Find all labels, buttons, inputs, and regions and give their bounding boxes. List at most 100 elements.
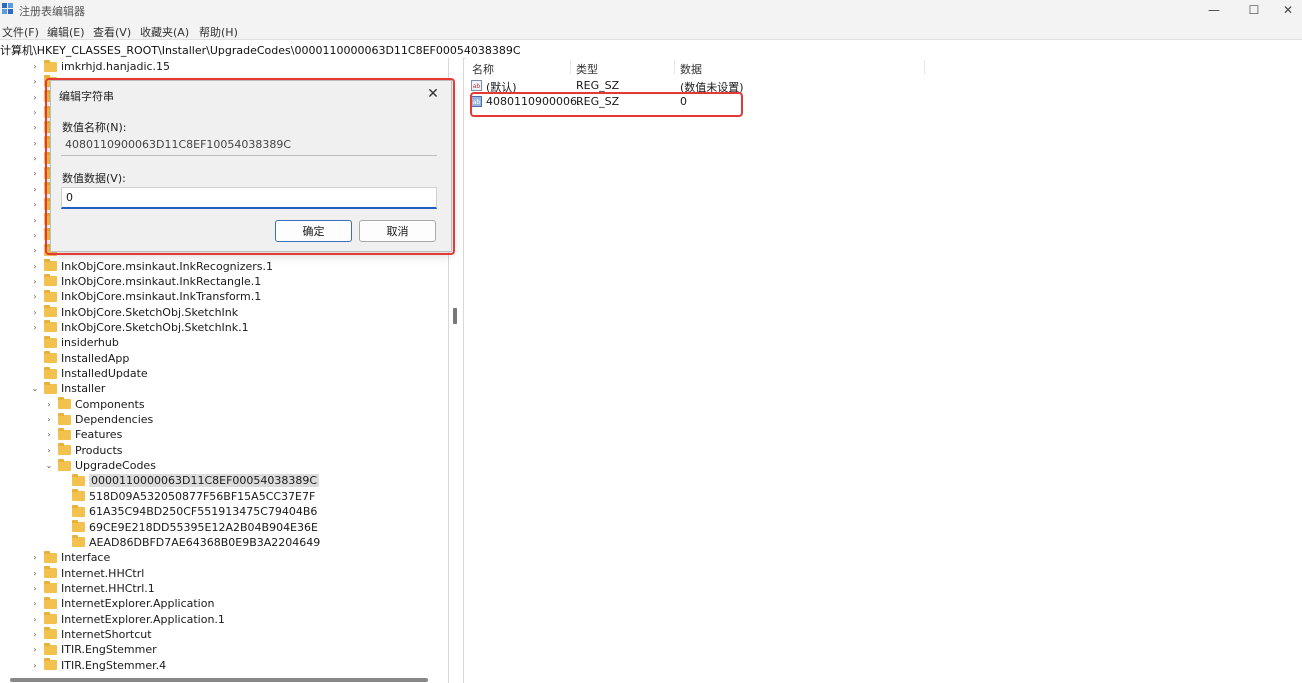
menu-help[interactable]: 帮助(H) [199, 24, 238, 40]
chevron-right-icon[interactable]: › [30, 230, 40, 240]
tree-item[interactable]: › Internet.HHCtrl.1 [30, 581, 155, 596]
chevron-right-icon[interactable]: › [30, 77, 40, 87]
column-divider[interactable] [570, 60, 571, 74]
tree-item[interactable]: › InternetExplorer.Application.1 [30, 612, 225, 627]
chevron-right-icon[interactable]: › [30, 123, 40, 133]
tree-item[interactable]: › InternetShortcut [30, 627, 152, 642]
chevron-right-icon[interactable]: › [30, 184, 40, 194]
chevron-right-icon[interactable]: › [30, 215, 40, 225]
tree-horizontal-scrollbar[interactable] [10, 678, 428, 682]
tree-item[interactable]: 518D09A532050877F56BF15A5CC37E7F [58, 489, 315, 504]
address-bar[interactable]: 计算机\HKEY_CLASSES_ROOT\Installer\UpgradeC… [0, 39, 1302, 59]
column-header-type[interactable]: 类型 [576, 61, 598, 77]
tree-item-label: InternetExplorer.Application [61, 597, 215, 611]
tree-item[interactable]: InstalledUpdate [30, 366, 148, 381]
tree-item[interactable]: insiderhub [30, 335, 119, 350]
tree-item[interactable]: › ITIR.EngStemmer.4 [30, 658, 166, 673]
chevron-right-icon[interactable]: › [30, 553, 40, 563]
chevron-right-icon[interactable]: › [30, 154, 40, 164]
tree-item[interactable]: › Components [44, 397, 145, 412]
minimize-button[interactable]: — [1194, 0, 1234, 20]
tree-item[interactable]: › InternetExplorer.Application [30, 596, 214, 611]
chevron-right-icon[interactable]: › [30, 261, 40, 271]
tree-item[interactable]: ⌄ UpgradeCodes [44, 458, 156, 473]
chevron-right-icon[interactable]: › [30, 599, 40, 609]
column-divider[interactable] [674, 60, 675, 74]
close-window-button[interactable]: ✕ [1268, 0, 1302, 20]
tree-item-label: InstalledApp [61, 351, 130, 365]
chevron-down-icon[interactable]: ⌄ [30, 384, 40, 394]
tree-item-label: InternetExplorer.Application.1 [61, 612, 225, 626]
value-list[interactable]: 名称 类型 数据 ab (默认) REG_SZ (数值未设置) ab 40801… [466, 58, 1302, 683]
title-bar: 注册表编辑器 — ☐ ✕ [0, 0, 1302, 22]
tree-item[interactable]: › InkObjCore.msinkaut.InkTransform.1 [30, 289, 261, 304]
tree-item[interactable]: › Interface [30, 550, 110, 565]
chevron-right-icon[interactable]: › [44, 430, 54, 440]
chevron-right-icon[interactable]: › [30, 169, 40, 179]
chevron-down-icon[interactable]: ⌄ [44, 461, 54, 471]
menu-favorites[interactable]: 收藏夹(A) [140, 24, 189, 40]
chevron-right-icon[interactable]: › [44, 415, 54, 425]
chevron-right-icon[interactable]: › [30, 108, 40, 118]
tree-item[interactable]: › Dependencies [44, 412, 153, 427]
chevron-right-icon[interactable]: › [30, 62, 40, 72]
column-divider[interactable] [924, 60, 925, 74]
chevron-right-icon[interactable]: › [30, 322, 40, 332]
tree-item[interactable]: › InkObjCore.SketchObj.SketchInk [30, 305, 238, 320]
chevron-right-icon[interactable]: › [30, 92, 40, 102]
chevron-right-icon[interactable]: › [30, 660, 40, 670]
tree-item[interactable]: 0000110000063D11C8EF00054038389C [58, 473, 320, 488]
maximize-icon: ☐ [1248, 3, 1260, 17]
menu-file[interactable]: 文件(F) [2, 24, 39, 40]
tree-item-label: InkObjCore.msinkaut.InkRecognizers.1 [61, 259, 273, 273]
chevron-right-icon[interactable]: › [30, 307, 40, 317]
tree-item[interactable]: › Features [44, 427, 122, 442]
tree-item[interactable]: ⌄ Installer [30, 381, 105, 396]
menu-view[interactable]: 查看(V) [93, 24, 131, 40]
folder-icon [58, 443, 71, 456]
menu-edit[interactable]: 编辑(E) [47, 24, 85, 40]
tree-vertical-scroll-thumb[interactable] [453, 308, 457, 324]
tree-item-label: ITIR.EngStemmer [61, 643, 157, 657]
tree-item-label: Products [75, 443, 123, 457]
address-path[interactable]: 计算机\HKEY_CLASSES_ROOT\Installer\UpgradeC… [0, 42, 521, 58]
chevron-right-icon[interactable]: › [30, 200, 40, 210]
tree-item[interactable]: › InkObjCore.msinkaut.InkRectangle.1 [30, 274, 261, 289]
tree-item[interactable]: AEAD86DBFD7AE64368B0E9B3A2204649 [58, 535, 320, 550]
chevron-right-icon[interactable]: › [30, 568, 40, 578]
tree-item[interactable]: 61A35C94BD250CF551913475C79404B6 [58, 504, 317, 519]
chevron-right-icon[interactable]: › [30, 583, 40, 593]
tree-item-label: InternetShortcut [61, 627, 152, 641]
chevron-right-icon[interactable]: › [44, 399, 54, 409]
tree-item[interactable]: › Internet.HHCtrl [30, 566, 144, 581]
chevron-right-icon[interactable]: › [44, 445, 54, 455]
folder-icon [44, 59, 57, 72]
tree-item[interactable]: › InkObjCore.msinkaut.InkRecognizers.1 [30, 259, 273, 274]
tree-item[interactable]: › imkrhjd.hanjadic.15 [30, 59, 170, 74]
registry-editor-icon [2, 3, 13, 14]
tree-item[interactable]: 69CE9E218DD55395E12A2B04B904E36E [58, 520, 318, 535]
column-header-name[interactable]: 名称 [472, 61, 494, 77]
tree-item[interactable]: › Products [44, 443, 123, 458]
folder-icon [58, 458, 71, 471]
tree-item[interactable]: InstalledApp [30, 351, 129, 366]
tree-item-label: 0000110000063D11C8EF00054038389C [89, 474, 320, 488]
highlight-frame [470, 92, 743, 117]
tree-item-label: ITIR.EngStemmer.4 [61, 658, 167, 672]
column-header-data[interactable]: 数据 [680, 61, 702, 77]
chevron-right-icon[interactable]: › [30, 276, 40, 286]
chevron-right-icon[interactable]: › [30, 629, 40, 639]
tree-item[interactable]: › ITIR.EngStemmer [30, 642, 157, 657]
tree-item-label: UpgradeCodes [75, 459, 156, 473]
chevron-right-icon[interactable]: › [30, 614, 40, 624]
folder-icon [44, 596, 57, 609]
chevron-right-icon[interactable]: › [30, 246, 40, 256]
chevron-right-icon[interactable]: › [30, 645, 40, 655]
tree-item[interactable]: › InkObjCore.SketchObj.SketchInk.1 [30, 320, 249, 335]
chevron-right-icon[interactable]: › [30, 138, 40, 148]
chevron-right-icon[interactable]: › [30, 292, 40, 302]
